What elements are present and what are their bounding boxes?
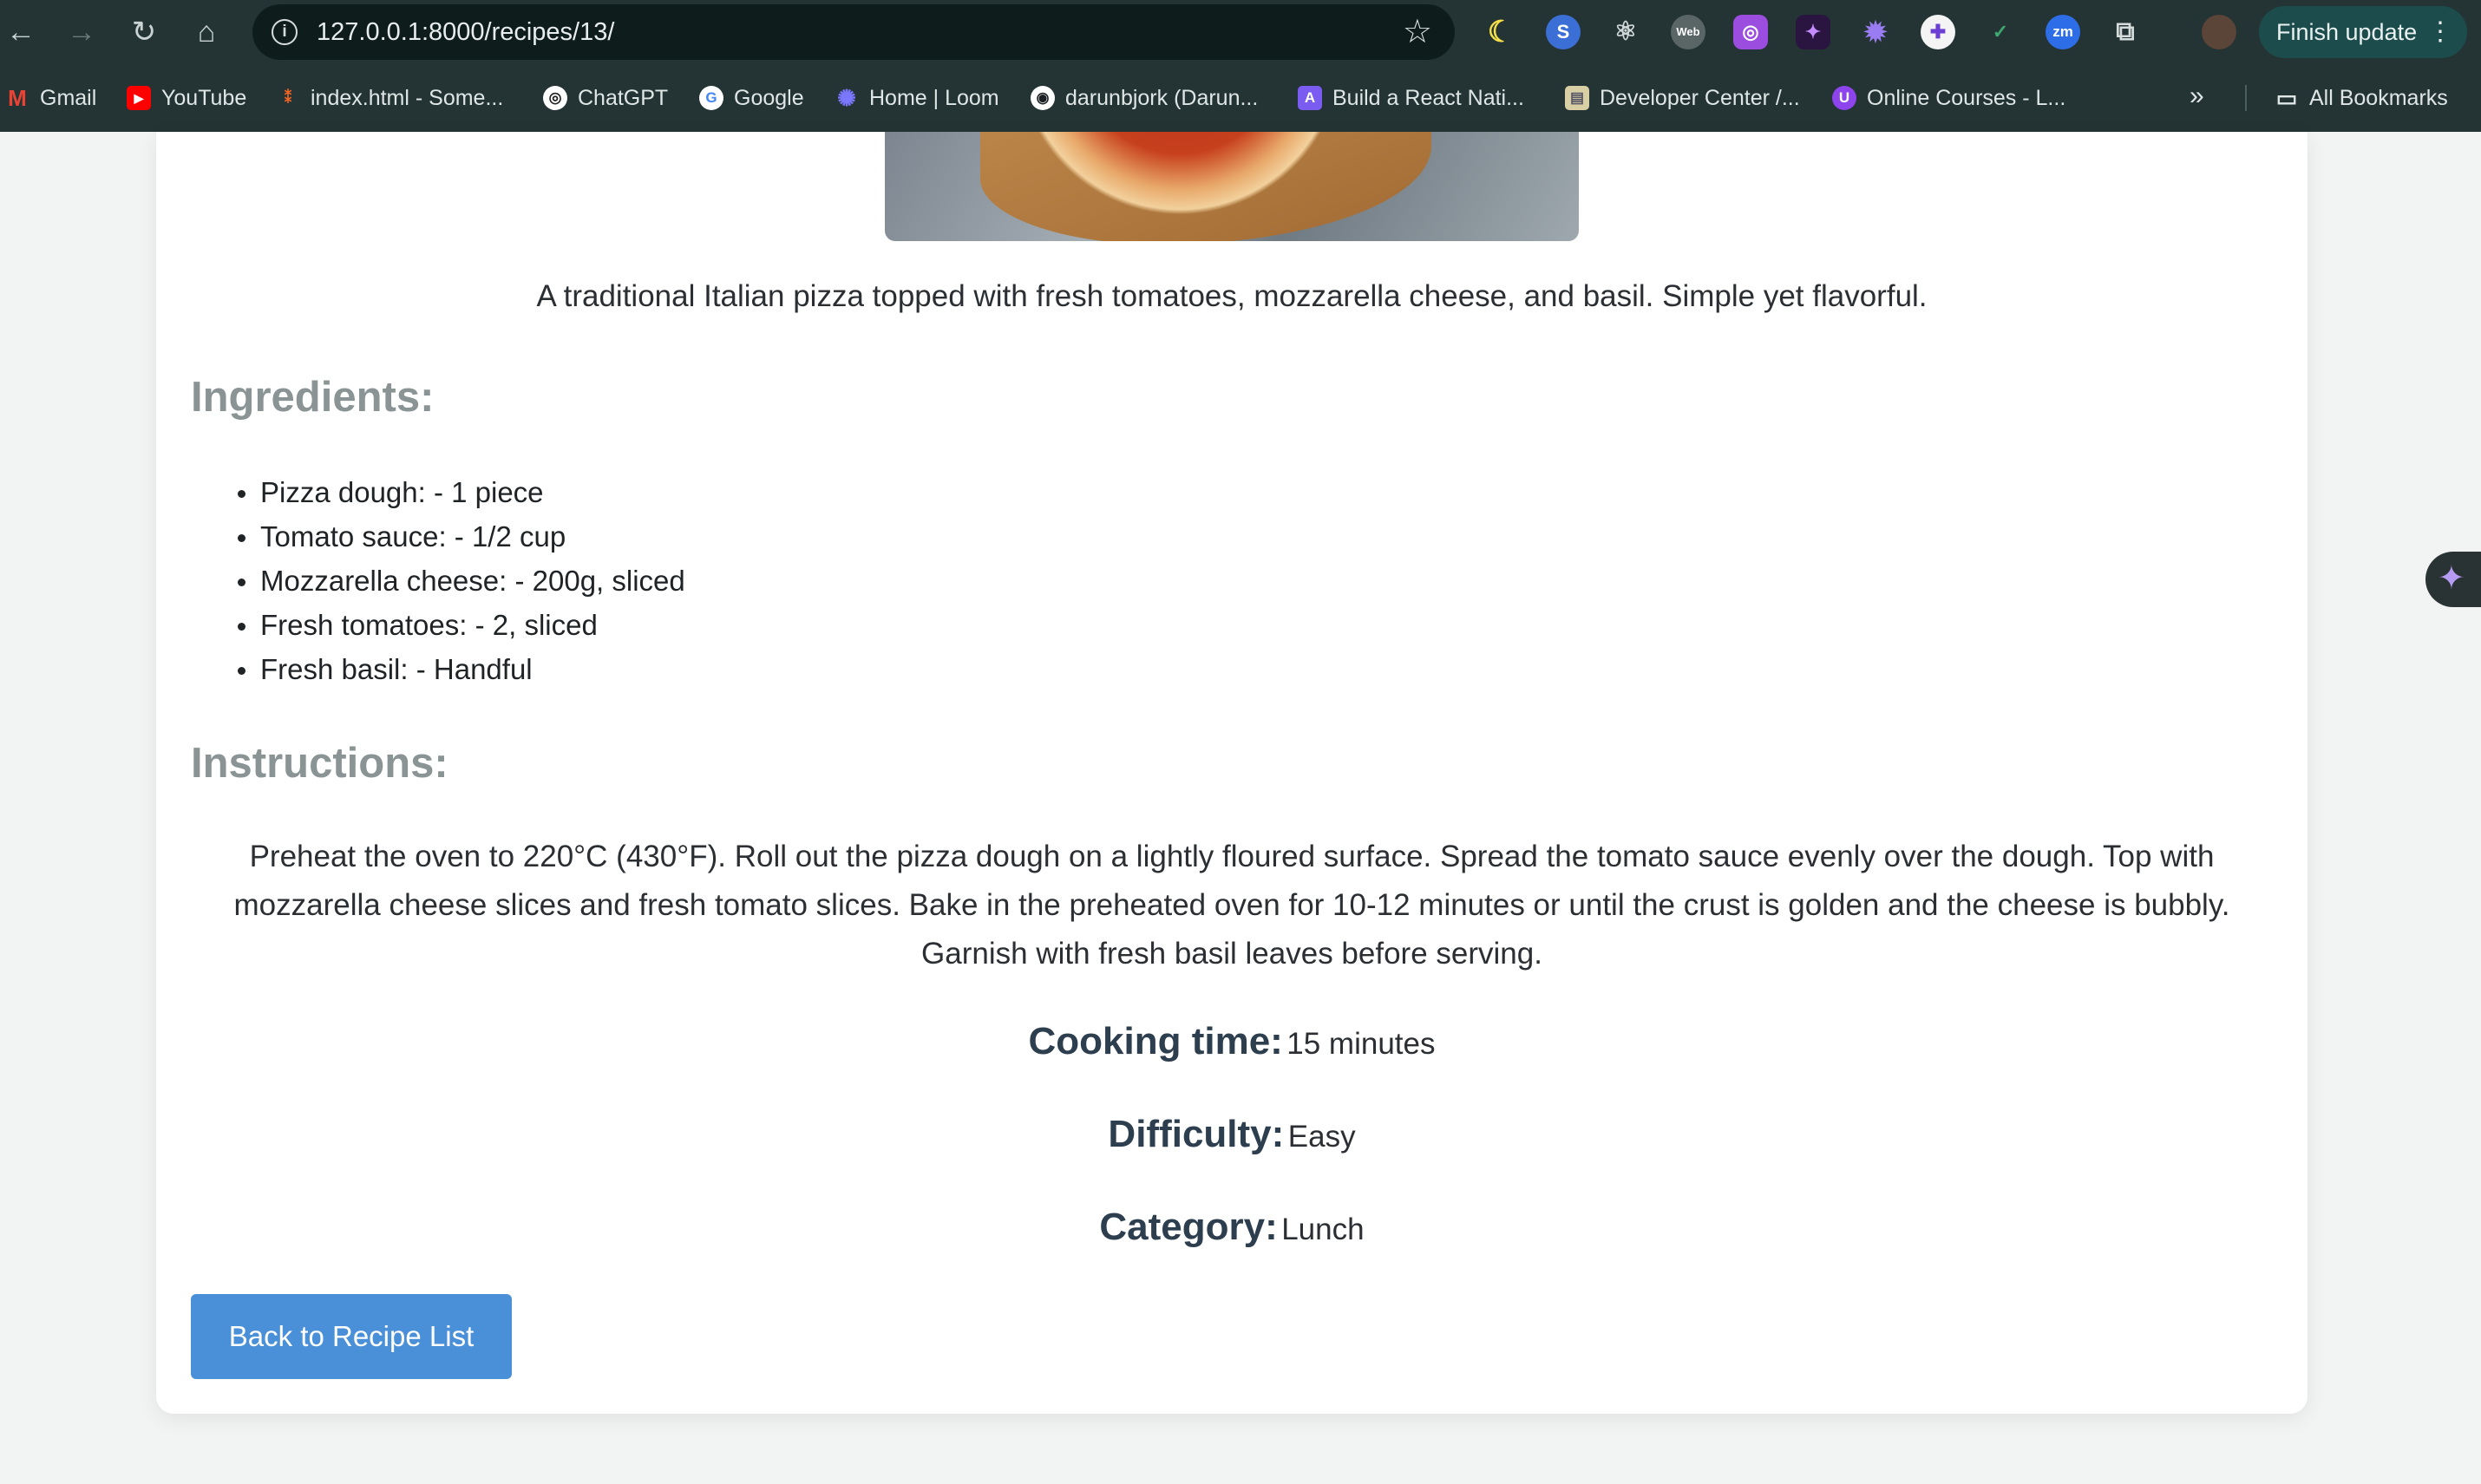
gmail-icon: M (8, 85, 27, 111)
category-value: Lunch (1281, 1213, 1365, 1246)
bookmark-chatgpt[interactable]: ◎ ChatGPT (543, 83, 668, 113)
ingredients-list: Pizza dough: - 1 piece Tomato sauce: - 1… (238, 470, 685, 691)
back-to-recipe-list-button[interactable]: Back to Recipe List (191, 1294, 512, 1379)
all-bookmarks-button[interactable]: ▭ All Bookmarks (2275, 83, 2448, 113)
loom-icon: ✺ (837, 85, 856, 111)
bookmark-react-native[interactable]: A Build a React Nati... (1298, 83, 1524, 113)
url-text[interactable]: 127.0.0.1:8000/recipes/13/ (317, 18, 614, 47)
bookmark-label: YouTube (161, 85, 247, 110)
ingredient-item: Fresh basil: - Handful (238, 647, 685, 691)
extensions-puzzle-icon[interactable]: ⧉ (2108, 15, 2143, 49)
zoom-extension-icon[interactable]: zm (2046, 15, 2080, 49)
reload-icon[interactable]: ↻ (123, 11, 165, 53)
chevron-double-right-icon[interactable]: » (2190, 82, 2204, 111)
bookmark-label: Gmail (40, 85, 97, 110)
bookmark-gmail[interactable]: M Gmail (5, 83, 96, 113)
course-icon: U (1832, 86, 1856, 110)
bookmark-label: Google (734, 85, 804, 110)
github-icon: ◉ (1031, 86, 1055, 110)
bookmark-loom[interactable]: ✺ Home | Loom (835, 83, 999, 113)
home-icon[interactable]: ⌂ (186, 11, 227, 53)
profile-avatar[interactable] (2202, 15, 2236, 49)
cooking-time-value: 15 minutes (1286, 1027, 1436, 1061)
bookmark-label: ChatGPT (578, 85, 669, 110)
recipe-card: A traditional Italian pizza topped with … (156, 132, 2308, 1414)
bookmark-label: Build a React Nati... (1332, 85, 1524, 110)
difficulty-row: Difficulty: Easy (156, 1113, 2308, 1156)
cooking-time-row: Cooking time: 15 minutes (156, 1020, 2308, 1063)
site-info-icon[interactable]: i (272, 19, 298, 45)
chatgpt-icon: ◎ (543, 86, 567, 110)
ingredient-item: Pizza dough: - 1 piece (238, 470, 685, 514)
category-row: Category: Lunch (156, 1206, 2308, 1249)
ingredient-item: Fresh tomatoes: - 2, sliced (238, 603, 685, 647)
rocket-icon: A (1298, 86, 1322, 110)
ingredient-item: Mozzarella cheese: - 200g, sliced (238, 559, 685, 603)
forward-arrow-icon[interactable]: → (61, 11, 102, 53)
bookmark-label: index.html - Some... (311, 85, 504, 110)
category-label: Category: (1099, 1206, 1278, 1248)
finish-update-button[interactable]: Finish update ⋮ (2259, 6, 2467, 58)
more-vert-icon[interactable]: ⋮ (2427, 6, 2453, 58)
recipe-image (885, 132, 1579, 241)
cooking-time-label: Cooking time: (1028, 1020, 1283, 1062)
browser-toolbar: ← → ↻ ⌂ i 127.0.0.1:8000/recipes/13/ ☆ ☾… (0, 0, 2481, 64)
bookmark-label: darunbjork (Darun... (1065, 85, 1259, 110)
instructions-heading: Instructions: (191, 740, 448, 787)
bookmark-label: Online Courses - L... (1867, 85, 2066, 110)
finish-update-label: Finish update (2276, 19, 2418, 45)
bookmark-codesandbox[interactable]: ⁑ index.html - Some... (276, 83, 504, 113)
difficulty-value: Easy (1287, 1120, 1356, 1154)
bookmark-online-courses[interactable]: U Online Courses - L... (1832, 83, 2065, 113)
ingredient-item: Tomato sauce: - 1/2 cup (238, 514, 685, 559)
address-bar[interactable]: i 127.0.0.1:8000/recipes/13/ ☆ (252, 4, 1455, 60)
ingredients-heading: Ingredients: (191, 374, 435, 421)
bookmarks-divider (2245, 85, 2247, 111)
recipe-instructions: Preheat the oven to 220°C (430°F). Roll … (233, 840, 2230, 971)
bookmark-star-icon[interactable]: ☆ (1403, 12, 1432, 51)
extension-star-icon[interactable]: ✚ (1921, 15, 1955, 49)
all-bookmarks-label: All Bookmarks (2309, 85, 2448, 110)
bookmark-label: Developer Center /... (1600, 85, 1800, 110)
extension-dark-icon[interactable]: ✦ (1796, 15, 1830, 49)
doc-icon: ▤ (1565, 86, 1589, 110)
folder-icon: ▭ (2275, 85, 2298, 111)
google-icon: G (699, 86, 723, 110)
vue-check-extension-icon[interactable]: ✓ (1983, 15, 2018, 49)
bookmark-youtube[interactable]: ▶ YouTube (127, 83, 246, 113)
youtube-icon: ▶ (127, 86, 151, 110)
bookmarks-bar: M Gmail ▶ YouTube ⁑ index.html - Some...… (0, 64, 2481, 132)
bookmark-github[interactable]: ◉ darunbjork (Darun... (1031, 83, 1258, 113)
extension-swirl-icon[interactable]: S (1546, 15, 1581, 49)
web-extension-icon[interactable]: Web (1671, 15, 1705, 49)
chatgpt-extension-icon[interactable]: ◎ (1733, 15, 1768, 49)
settings-gear-extension-icon[interactable]: ✹ (1858, 15, 1893, 49)
bookmark-label: Home | Loom (869, 85, 999, 110)
back-arrow-icon[interactable]: ← (0, 11, 42, 53)
bookmark-google[interactable]: G Google (699, 83, 804, 113)
difficulty-label: Difficulty: (1108, 1113, 1285, 1155)
recipe-description: A traditional Italian pizza topped with … (536, 279, 1928, 313)
codesandbox-icon: ⁑ (284, 89, 292, 106)
react-devtools-icon[interactable]: ⚛ (1608, 15, 1643, 49)
ai-sparkle-icon[interactable]: ✦ (2425, 552, 2481, 607)
dark-mode-extension-icon[interactable]: ☾ (1483, 15, 1518, 49)
bookmark-developer-center[interactable]: ▤ Developer Center /... (1565, 83, 1800, 113)
